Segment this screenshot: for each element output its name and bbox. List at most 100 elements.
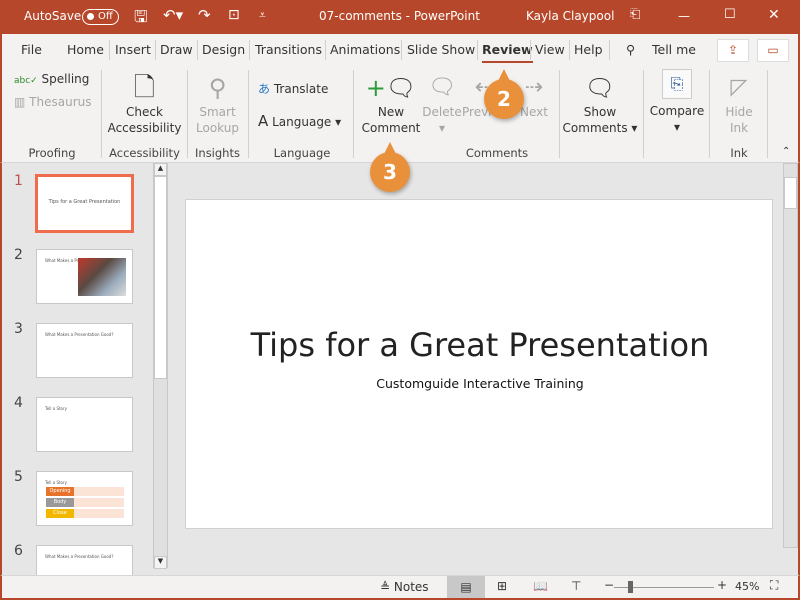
start-slideshow-icon[interactable]: ⊡ (228, 7, 240, 23)
thumbnail-title: What Makes a Presentation Good? (45, 554, 114, 559)
scroll-up-icon[interactable]: ▲ (154, 163, 167, 176)
thumbnail-step: Opening (46, 487, 74, 496)
show-comments-icon: 🗨 (584, 74, 616, 102)
redo-icon[interactable]: ↷ (198, 6, 211, 24)
slide-title[interactable]: Tips for a Great Presentation (186, 326, 774, 364)
ribbon: abc✓ Spelling ▥ Thesaurus Proofing 🗋 Chec… (0, 66, 800, 163)
tell-me-search[interactable]: Tell me (652, 42, 696, 57)
show-comments-button[interactable]: 🗨 Show Comments ▾ (562, 72, 638, 136)
thumbnail-title: What Makes a Presentation Good? (45, 332, 114, 337)
translate-button[interactable]: あ Translate (258, 81, 328, 97)
step-callout-3: 3 (370, 142, 410, 192)
translate-icon: あ (258, 82, 271, 96)
tab-view[interactable]: View (535, 42, 565, 57)
smart-lookup-button[interactable]: ⚲ Smart Lookup (190, 72, 245, 136)
user-name[interactable]: Kayla Claypool (526, 9, 614, 23)
thumbnail-title: Tell a Story (45, 480, 68, 485)
slide-number: 1 (14, 173, 23, 189)
smart-lookup-icon: ⚲ (208, 74, 227, 102)
tab-file[interactable]: File (21, 42, 42, 57)
tab-help[interactable]: Help (574, 42, 603, 57)
group-label-insights: Insights (195, 146, 240, 160)
thumbnail-photo (78, 258, 126, 296)
delete-comment-icon: 🗨 (428, 75, 456, 100)
zoom-out-icon[interactable]: − (604, 578, 614, 592)
step-callout-2: 2 (484, 69, 524, 119)
tab-slide-show[interactable]: Slide Show (407, 42, 475, 57)
comments-pane-button[interactable]: ▭ (757, 39, 789, 62)
slide-thumbnail[interactable]: What Makes a Presentation Bad? (36, 249, 133, 304)
new-comment-icon: +🗨 (365, 74, 417, 102)
collapse-ribbon-icon[interactable]: ⌃ (782, 146, 790, 157)
hide-ink-button[interactable]: ◸ Hide Ink (714, 72, 764, 136)
tab-transitions[interactable]: Transitions (255, 42, 322, 57)
search-icon[interactable]: ⚲ (626, 42, 635, 57)
group-label-ink: Ink (730, 146, 748, 160)
thumbnail-step: Close (46, 509, 74, 518)
slide-subtitle[interactable]: Customguide Interactive Training (186, 376, 774, 391)
zoom-level[interactable]: 45% (735, 580, 759, 593)
thesaurus-icon: ▥ (14, 95, 26, 109)
new-comment-button[interactable]: +🗨 New Comment (359, 72, 423, 136)
accessibility-icon: 🗋 (134, 73, 155, 103)
spelling-icon: abc✓ (14, 76, 38, 86)
scroll-down-icon[interactable]: ▼ (154, 556, 167, 569)
tab-home[interactable]: Home (67, 42, 104, 57)
group-label-language: Language (273, 146, 331, 160)
hide-ink-icon: ◸ (730, 75, 748, 100)
ribbon-display-icon[interactable]: ⎗ (630, 7, 640, 22)
slide-number: 2 (14, 247, 23, 263)
slide-thumbnail[interactable]: Tell a Story (36, 397, 133, 452)
language-button[interactable]: A Language ▾ (258, 113, 341, 130)
tab-review[interactable]: Review (482, 42, 533, 63)
customize-toolbar-icon[interactable]: ⩡ (259, 8, 266, 23)
thumbnail-title: Tell a Story (45, 406, 68, 411)
thumbnail-step-bar (74, 498, 124, 507)
delete-comment-button[interactable]: 🗨 Delete ▾ (422, 72, 462, 136)
spelling-button[interactable]: abc✓ Spelling (14, 71, 89, 89)
autosave-toggle[interactable]: Off (82, 9, 119, 25)
slide-number: 6 (14, 543, 23, 559)
compare-button[interactable]: ⎘ Compare ▾ (647, 69, 707, 135)
document-title: 07-comments - PowerPoint (319, 9, 480, 23)
slide-number: 3 (14, 321, 23, 337)
slide-thumbnails-panel: 1 Tips for a Great Presentation 2 What Make… (0, 163, 170, 600)
current-slide[interactable]: Tips for a Great Presentation Customguid… (185, 199, 773, 529)
check-accessibility-button[interactable]: 🗋 Check Accessibility (107, 72, 182, 136)
group-label-proofing: Proofing (28, 146, 76, 160)
normal-view-icon[interactable]: ▤ (447, 576, 485, 598)
notes-button[interactable]: ≜ Notes (380, 580, 429, 594)
thumbnail-step-bar (74, 509, 124, 518)
slide-thumbnail[interactable]: What Makes a Presentation Good? (36, 323, 133, 378)
slide-thumbnail[interactable]: Tips for a Great Presentation (35, 174, 134, 233)
minimize-icon[interactable]: — (678, 9, 690, 23)
autosave-label: AutoSave (24, 9, 82, 23)
group-label-accessibility: Accessibility (109, 146, 180, 160)
zoom-slider-thumb[interactable] (628, 581, 634, 593)
undo-icon[interactable]: ↶▾ (163, 6, 183, 24)
close-icon[interactable]: ✕ (768, 7, 780, 23)
compare-icon: ⎘ (662, 69, 692, 99)
slideshow-view-icon[interactable]: ⊤ (571, 579, 581, 593)
slide-scrollbar[interactable] (783, 163, 798, 548)
thesaurus-button[interactable]: ▥ Thesaurus (14, 94, 92, 110)
slide-sorter-icon[interactable]: ⊞ (497, 579, 507, 593)
tab-animations[interactable]: Animations (330, 42, 400, 57)
title-bar: AutoSave Off 🖫 ↶▾ ↷ ⊡ ⩡ 07-comments - Po… (0, 0, 800, 34)
tab-draw[interactable]: Draw (160, 42, 193, 57)
share-button[interactable]: ⇪ (717, 39, 749, 62)
slide-thumbnail[interactable]: Tell a Story Opening Body Close (36, 471, 133, 526)
language-icon: A (258, 112, 269, 130)
slide-number: 5 (14, 469, 23, 485)
zoom-in-icon[interactable]: + (717, 578, 727, 592)
fit-to-window-icon[interactable]: ⛶ (770, 578, 778, 593)
reading-view-icon[interactable]: 📖 (533, 579, 548, 593)
slide-scrollbar-thumb[interactable] (784, 177, 797, 209)
status-bar: ≜ Notes ▤ ⊞ 📖 ⊤ − + 45% ⛶ (0, 575, 800, 600)
save-icon[interactable]: 🖫 (134, 6, 148, 33)
tab-design[interactable]: Design (202, 42, 245, 57)
tab-insert[interactable]: Insert (115, 42, 151, 57)
thumbnail-step: Body (46, 498, 74, 507)
maximize-icon[interactable]: ☐ (724, 7, 736, 22)
scrollbar-thumb[interactable] (154, 176, 167, 379)
